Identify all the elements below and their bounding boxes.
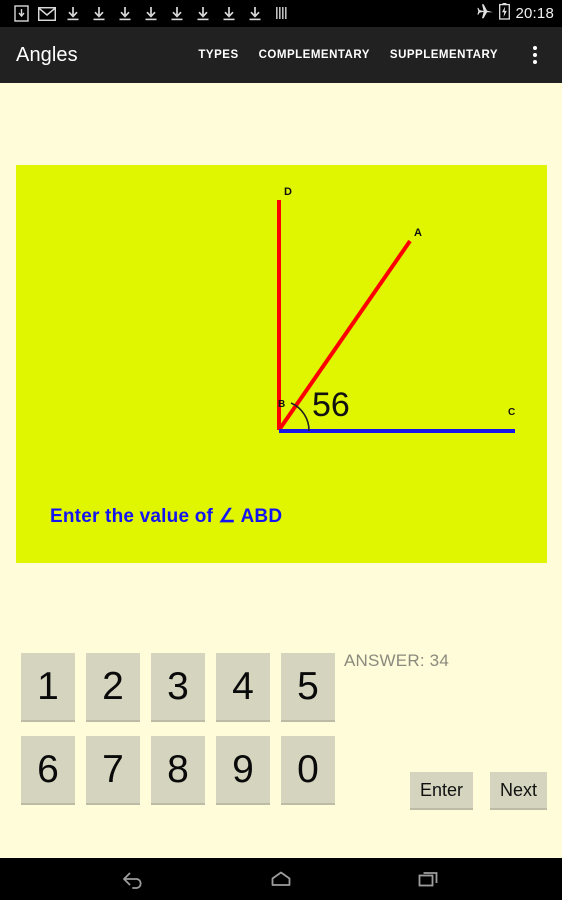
download-icon <box>242 4 268 24</box>
angle-value-label: 56 <box>312 386 350 424</box>
download-icon <box>164 4 190 24</box>
page-title: Angles <box>16 43 78 66</box>
key-8[interactable]: 8 <box>151 736 205 805</box>
home-icon[interactable] <box>261 864 301 894</box>
battery-charging-icon <box>499 2 511 25</box>
key-9[interactable]: 9 <box>216 736 270 805</box>
download-icon <box>86 4 112 24</box>
download-icon <box>190 4 216 24</box>
key-2[interactable]: 2 <box>86 653 140 722</box>
status-bar-clock: 20:18 <box>515 5 554 22</box>
key-0[interactable]: 0 <box>281 736 335 805</box>
status-bar-system-icons: 20:18 <box>477 2 562 25</box>
key-5[interactable]: 5 <box>281 653 335 722</box>
bars-app-icon <box>268 4 294 24</box>
back-icon[interactable] <box>113 864 153 894</box>
status-bar-notification-icons <box>0 4 294 24</box>
key-7[interactable]: 7 <box>86 736 140 805</box>
enter-button[interactable]: Enter <box>410 772 474 810</box>
tab-bar: TYPES COMPLEMENTARY SUPPLEMENTARY <box>198 33 562 77</box>
download-icon <box>138 4 164 24</box>
download-icon <box>112 4 138 24</box>
tab-complementary[interactable]: COMPLEMENTARY <box>259 49 370 61</box>
download-icon <box>216 4 242 24</box>
gmail-icon <box>34 4 60 24</box>
number-keypad: 1 2 3 4 5 6 7 8 9 0 <box>21 653 335 819</box>
next-button[interactable]: Next <box>490 772 548 810</box>
app-bar: Angles TYPES COMPLEMENTARY SUPPLEMENTARY <box>0 27 562 83</box>
angle-diagram-card: D A C B 56 Enter the value of ∠ ABD <box>16 165 547 563</box>
save-to-device-icon <box>8 4 34 24</box>
key-1[interactable]: 1 <box>21 653 75 722</box>
tab-supplementary[interactable]: SUPPLEMENTARY <box>390 49 498 61</box>
key-6[interactable]: 6 <box>21 736 75 805</box>
status-bar: 20:18 <box>0 0 562 27</box>
download-icon <box>60 4 86 24</box>
keypad-row-1: 1 2 3 4 5 <box>21 653 335 722</box>
point-label-c: C <box>508 407 515 418</box>
point-label-a: A <box>414 227 422 239</box>
action-buttons: Enter Next <box>410 772 548 810</box>
point-label-d: D <box>284 186 292 198</box>
tab-types[interactable]: TYPES <box>198 49 238 61</box>
point-label-b: B <box>278 399 285 410</box>
overflow-menu-icon[interactable] <box>518 33 552 77</box>
key-4[interactable]: 4 <box>216 653 270 722</box>
key-3[interactable]: 3 <box>151 653 205 722</box>
angle-figure: D A C B 56 <box>277 186 515 433</box>
recents-icon[interactable] <box>409 864 449 894</box>
keypad-row-2: 6 7 8 9 0 <box>21 736 335 805</box>
airplane-mode-icon <box>477 3 494 24</box>
android-navigation-bar <box>0 858 562 900</box>
answer-status-text: ANSWER: 34 <box>344 651 449 670</box>
app-screen: 20:18 Angles TYPES COMPLEMENTARY SUPPLEM… <box>0 0 562 900</box>
question-text: Enter the value of ∠ ABD <box>50 506 283 527</box>
